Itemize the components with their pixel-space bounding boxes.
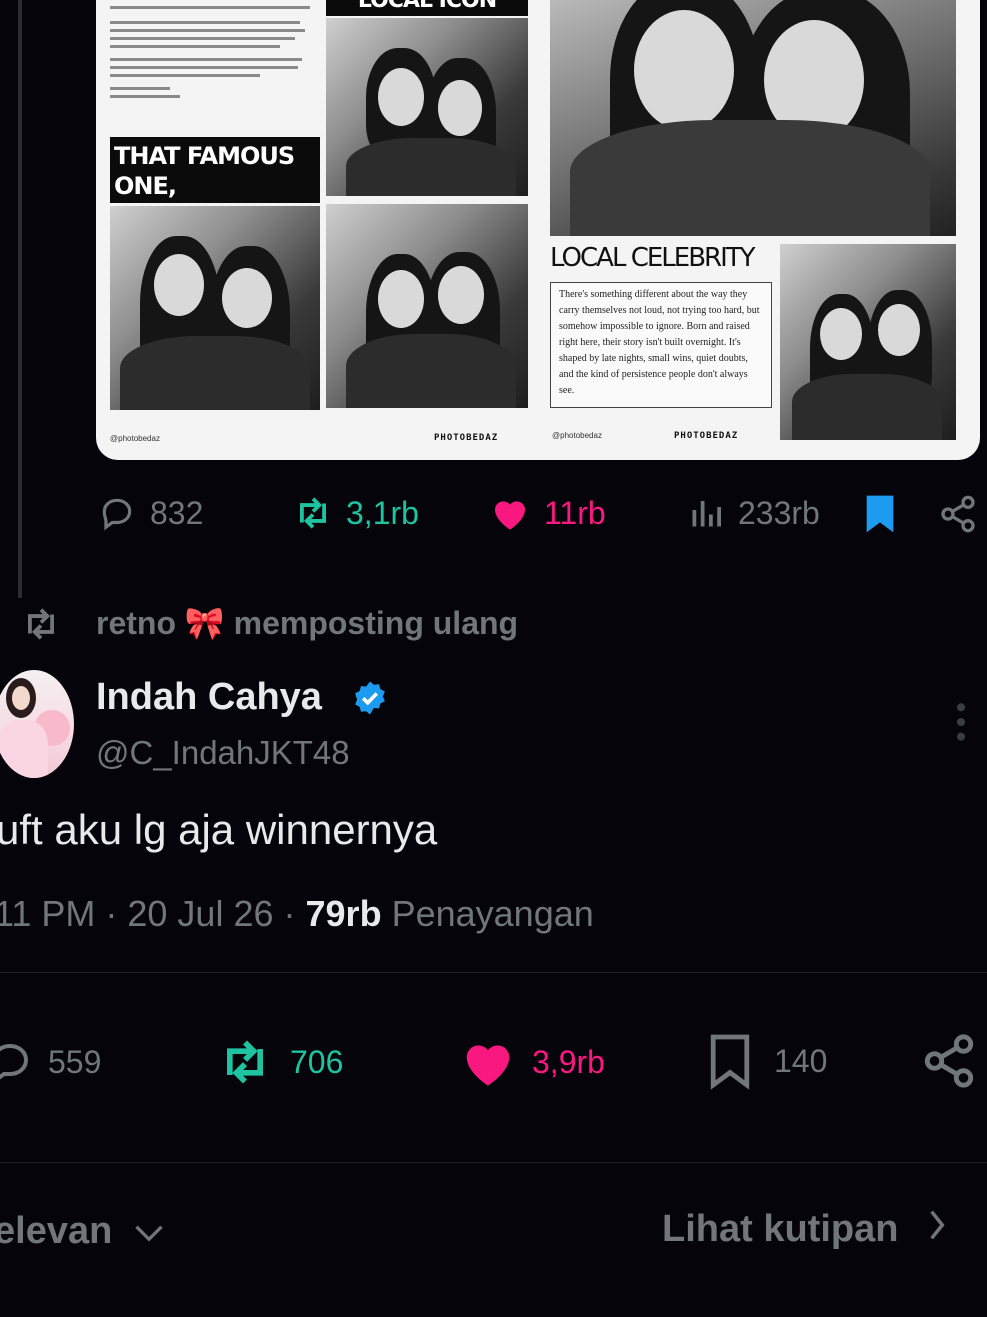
reply-icon — [98, 494, 136, 532]
chevron-down-icon — [134, 1210, 164, 1253]
repost-banner-icon-wrap — [20, 605, 62, 648]
repost-button[interactable]: 706 — [214, 1036, 343, 1088]
avatar[interactable] — [0, 670, 74, 778]
media-footer-handle-right: @photobedaz — [552, 431, 602, 440]
bookmark-button-top[interactable] — [862, 494, 898, 539]
like-button-top[interactable]: 11rb — [490, 494, 606, 532]
display-name[interactable]: Indah Cahya — [96, 676, 322, 719]
like-count: 3,9rb — [532, 1043, 605, 1080]
post-time: 11 PM — [0, 893, 96, 934]
photo-strip-2 — [110, 206, 320, 410]
photo-strip-3 — [326, 204, 528, 408]
repost-icon — [214, 1036, 276, 1088]
post-media-image[interactable]: THAT FAMOUS ONE, OBVIOUSLY LOCAL ICON SP… — [96, 0, 980, 460]
heading-famous-one: THAT FAMOUS ONE, OBVIOUSLY — [110, 137, 320, 230]
sort-replies-dropdown[interactable]: elevan — [0, 1210, 164, 1253]
divider-bottom — [0, 1162, 987, 1163]
repost-banner-text[interactable]: retno 🎀 memposting ulang — [96, 604, 518, 642]
share-icon — [920, 1034, 978, 1094]
like-count-top: 11rb — [544, 494, 606, 531]
celebrity-paragraph: There's something different about the wa… — [550, 282, 772, 408]
media-footer-brand-left: PHOTOBEDAZ — [434, 433, 499, 443]
photo-strip-1 — [326, 18, 528, 196]
media-footer-brand-right: PHOTOBEDAZ — [674, 431, 739, 441]
heart-icon — [490, 494, 530, 532]
reply-icon — [0, 1036, 34, 1088]
post-meta: 11 PM · 20 Jul 26 · 79rb Penayangan — [0, 893, 594, 935]
bookmark-icon — [706, 1032, 754, 1090]
article-text-block — [110, 0, 320, 130]
post-date: 20 Jul 26 — [127, 893, 274, 934]
reply-button[interactable]: 559 — [0, 1036, 101, 1088]
repost-button-top[interactable]: 3,1rb — [292, 494, 419, 532]
heading-local-icon: LOCAL ICON SPOTTED — [326, 0, 528, 16]
photo-large — [550, 0, 956, 236]
more-options-icon[interactable] — [954, 700, 968, 749]
post-text: uft aku lg aja winnernya — [0, 806, 438, 853]
view-quotes-label: Lihat kutipan — [662, 1208, 899, 1250]
heart-icon — [458, 1036, 518, 1088]
repost-icon — [292, 494, 334, 532]
bookmark-count: 140 — [774, 1042, 828, 1079]
verified-badge-icon — [352, 680, 388, 721]
repost-banner-icon — [20, 608, 62, 647]
views-chart-icon — [688, 494, 724, 532]
view-quotes-link[interactable]: Lihat kutipan — [662, 1208, 946, 1251]
heading-local-celebrity: LOCAL CELEBRITY — [550, 243, 756, 273]
repost-count-top: 3,1rb — [346, 494, 419, 531]
sort-label: elevan — [0, 1210, 113, 1252]
reply-button-top[interactable]: 832 — [98, 494, 203, 532]
reply-count: 559 — [48, 1043, 102, 1080]
like-button[interactable]: 3,9rb — [458, 1036, 605, 1088]
user-handle[interactable]: @C_IndahJKT48 — [96, 734, 350, 772]
share-icon — [938, 495, 978, 538]
views-button-top[interactable]: 233rb — [688, 494, 820, 532]
reply-count-top: 832 — [150, 494, 204, 531]
views-count-top: 233rb — [738, 494, 820, 531]
thread-line — [18, 0, 22, 598]
post-views-label[interactable]: Penayangan — [392, 893, 594, 934]
repost-count: 706 — [290, 1043, 344, 1080]
bookmark-filled-icon — [862, 495, 898, 538]
media-footer-handle-left: @photobedaz — [110, 434, 160, 443]
divider-top — [0, 972, 987, 973]
bookmark-button[interactable]: 140 — [706, 1032, 827, 1090]
chevron-right-icon — [928, 1208, 946, 1251]
share-button[interactable] — [920, 1032, 978, 1095]
share-button-top[interactable] — [938, 494, 978, 539]
photo-strip-4 — [780, 244, 956, 440]
post-views-count: 79rb — [305, 893, 382, 934]
